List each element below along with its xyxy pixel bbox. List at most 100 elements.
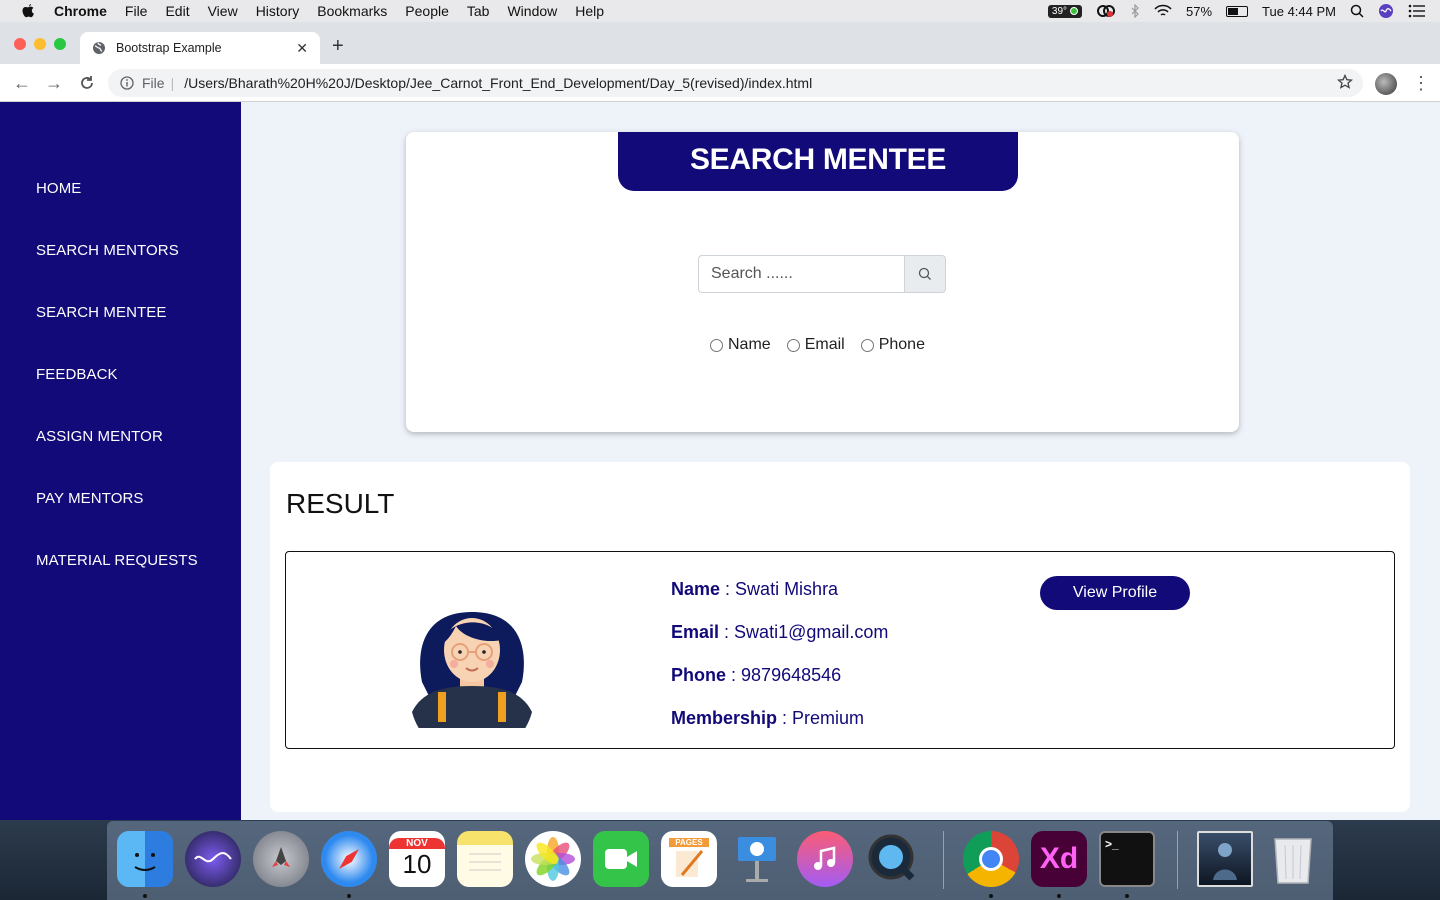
browser-menu-icon[interactable]: ⋮ <box>1412 72 1430 94</box>
terminal-running-dot <box>1125 894 1129 898</box>
menu-people[interactable]: People <box>405 3 449 19</box>
mentee-avatar <box>410 604 534 728</box>
filter-email-radio[interactable] <box>786 338 800 352</box>
window-minimize-button[interactable] <box>34 38 46 50</box>
url-text[interactable]: /Users/Bharath%20H%20J/Desktop/Jee_Carno… <box>184 75 812 91</box>
tab-title: Bootstrap Example <box>116 41 222 55</box>
filter-name-option[interactable]: Name <box>710 336 771 354</box>
sidebar-item-feedback[interactable]: FEEDBACK <box>36 366 118 383</box>
keynote-icon[interactable] <box>729 831 785 887</box>
reload-icon[interactable] <box>78 74 96 92</box>
adobe-xd-icon[interactable]: Xd <box>1031 831 1087 887</box>
notes-icon[interactable] <box>457 831 513 887</box>
mentee-phone-field: Phone : 9879648546 <box>671 665 842 685</box>
filter-email-label: Email <box>804 336 845 353</box>
menu-help[interactable]: Help <box>575 3 604 19</box>
adobe-xd-label: Xd <box>1039 842 1079 875</box>
menu-bookmarks[interactable]: Bookmarks <box>317 3 387 19</box>
sidebar-item-material-requests[interactable]: MATERIAL REQUESTS <box>36 552 198 569</box>
notification-center-icon[interactable] <box>1408 4 1426 18</box>
calendar-icon[interactable]: NOV 10 <box>389 831 445 887</box>
menu-window[interactable]: Window <box>507 3 557 19</box>
dock: NOV 10 PAGES Xd >_ <box>107 821 1333 900</box>
launchpad-icon[interactable] <box>253 831 309 887</box>
chrome-running-dot <box>989 894 993 898</box>
url-separator: | <box>170 75 175 91</box>
search-card: SEARCH MENTEE Name Email Phone <box>406 132 1239 432</box>
terminal-prompt: >_ <box>1105 837 1119 851</box>
quicktime-icon[interactable] <box>865 831 921 887</box>
info-icon[interactable] <box>120 76 134 90</box>
filter-name-label: Name <box>728 336 771 353</box>
calendar-month: NOV <box>389 838 445 849</box>
clock[interactable]: Tue 4:44 PM <box>1262 4 1336 19</box>
menu-bar-status-area: 39° 57% Tue 4:44 PM <box>1047 0 1440 22</box>
music-icon[interactable] <box>797 831 853 887</box>
battery-percent: 57% <box>1186 3 1213 19</box>
forward-arrow-icon[interactable]: → <box>44 73 64 93</box>
trash-icon[interactable] <box>1265 831 1321 887</box>
globe-icon <box>93 42 105 54</box>
chrome-icon[interactable] <box>963 831 1019 887</box>
sidebar-item-search-mentee[interactable]: SEARCH MENTEE <box>36 304 167 321</box>
tab-close-icon[interactable]: ✕ <box>296 40 308 57</box>
back-arrow-icon[interactable]: ← <box>12 73 32 93</box>
apple-logo-icon[interactable] <box>20 3 36 19</box>
siri-icon[interactable] <box>1378 3 1394 19</box>
menu-app-name[interactable]: Chrome <box>54 3 107 19</box>
terminal-icon[interactable]: >_ <box>1099 831 1155 887</box>
temperature-value: 39° <box>1051 5 1068 17</box>
filter-phone-option[interactable]: Phone <box>860 336 925 354</box>
sidebar-item-search-mentors[interactable]: SEARCH MENTORS <box>36 242 179 259</box>
profile-avatar[interactable] <box>1375 73 1397 95</box>
result-heading: RESULT <box>286 488 395 519</box>
finder-running-dot <box>143 894 147 898</box>
battery-icon[interactable] <box>1226 5 1249 17</box>
browser-tab-active[interactable]: Bootstrap Example ✕ <box>80 32 320 64</box>
new-tab-icon[interactable]: + <box>332 36 344 56</box>
result-card: RESULT Name : Swati Mishra Email: Swati… <box>270 462 1410 812</box>
mentee-name-key: Name <box>671 579 721 599</box>
pages-icon[interactable]: PAGES <box>661 831 717 887</box>
temperature-badge[interactable]: 39° <box>1047 4 1083 18</box>
window-close-button[interactable] <box>14 38 26 50</box>
dock-separator <box>943 831 944 889</box>
facetime-icon[interactable] <box>593 831 649 887</box>
menu-history[interactable]: History <box>256 3 300 19</box>
mentee-phone-key: Phone <box>671 665 727 685</box>
safari-icon[interactable] <box>321 831 377 887</box>
macos-menu-bar: Chrome File Edit View History Bookmarks … <box>0 0 1440 22</box>
sidebar-item-pay-mentors[interactable]: PAY MENTORS <box>36 490 144 507</box>
filter-name-radio[interactable] <box>710 338 723 352</box>
sidebar-item-assign-mentor[interactable]: ASSIGN MENTOR <box>36 428 163 445</box>
menu-file[interactable]: File <box>125 3 148 19</box>
menu-edit[interactable]: Edit <box>165 3 189 19</box>
window-zoom-button[interactable] <box>54 38 66 50</box>
creative-cloud-icon[interactable] <box>1096 4 1116 18</box>
sidebar-item-home[interactable]: HOME <box>36 180 81 197</box>
menu-view[interactable]: View <box>208 3 238 19</box>
mentee-email-field: Email : Swati1@gmail.com <box>671 622 889 642</box>
search-input[interactable] <box>698 255 905 293</box>
menu-tab[interactable]: Tab <box>467 3 490 19</box>
finder-icon[interactable] <box>117 831 173 887</box>
view-profile-button[interactable]: View Profile <box>1040 576 1190 610</box>
mentee-membership-value: Premium <box>792 708 865 728</box>
browser-toolbar: ← → File | /Users/Bharath%20H%20J/Deskto… <box>0 64 1440 102</box>
search-button[interactable] <box>904 255 946 293</box>
page-viewport: HOME SEARCH MENTORS SEARCH MENTEE FEEDBA… <box>0 102 1440 820</box>
spotlight-search-icon[interactable] <box>1350 4 1364 18</box>
mentee-email-value: Swati1@gmail.com <box>734 622 889 642</box>
siri-app-icon[interactable] <box>185 831 241 887</box>
search-icon <box>918 267 931 280</box>
address-bar[interactable]: File | /Users/Bharath%20H%20J/Desktop/Je… <box>108 69 1363 97</box>
filter-email-option[interactable]: Email <box>786 336 845 354</box>
bluetooth-icon[interactable] <box>1130 4 1140 18</box>
status-dot-icon <box>1070 7 1079 15</box>
downloads-stack-icon[interactable] <box>1197 831 1253 887</box>
battery-fill <box>1228 7 1239 15</box>
filter-phone-radio[interactable] <box>860 338 874 352</box>
wifi-icon[interactable] <box>1154 4 1172 18</box>
photos-icon[interactable] <box>525 831 581 887</box>
bookmark-star-icon[interactable] <box>1337 74 1353 90</box>
